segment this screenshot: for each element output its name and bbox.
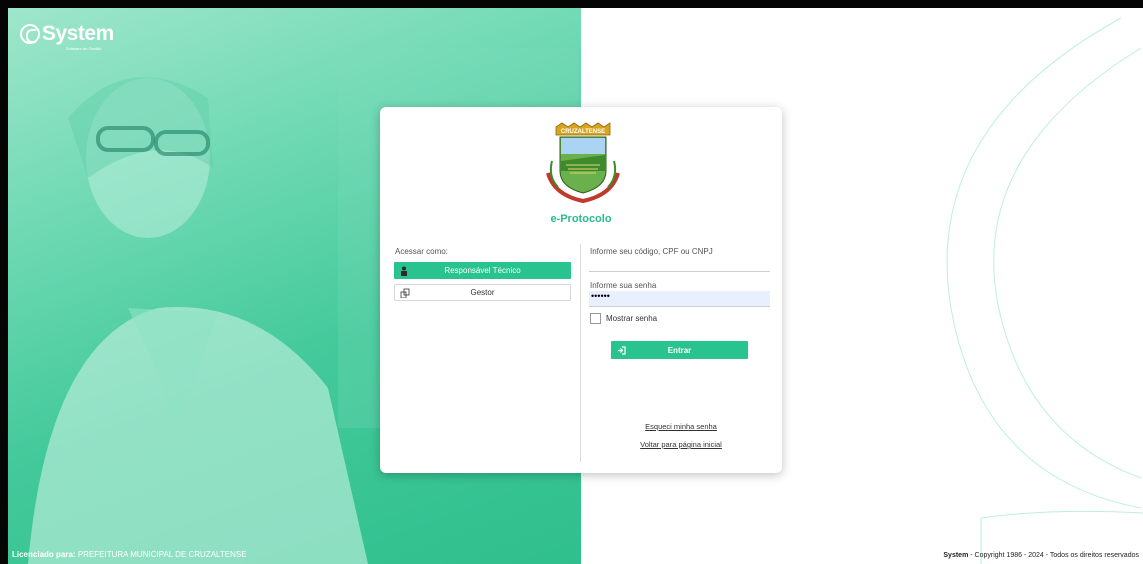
role-gestor-label: Gestor bbox=[470, 288, 495, 297]
user-field[interactable] bbox=[589, 257, 770, 272]
show-password-label: Mostrar senha bbox=[606, 314, 658, 323]
top-bar bbox=[0, 0, 1143, 8]
building-icon bbox=[395, 288, 415, 298]
enter-button-label: Entrar bbox=[667, 345, 692, 355]
system-logo: System bbox=[20, 22, 114, 45]
role-responsavel-tecnico-label: Responsável Técnico bbox=[444, 266, 521, 275]
system-logo-icon bbox=[20, 24, 40, 44]
access-as-label: Acessar como: bbox=[395, 247, 448, 256]
show-password-checkbox[interactable] bbox=[590, 313, 601, 324]
role-gestor-button[interactable]: Gestor bbox=[394, 284, 571, 301]
role-responsavel-tecnico-button[interactable]: Responsável Técnico bbox=[394, 262, 571, 279]
show-password-toggle[interactable]: Mostrar senha bbox=[590, 313, 657, 324]
license-label: Licenciado para: bbox=[12, 550, 76, 559]
password-field[interactable]: •••••• bbox=[589, 291, 770, 307]
municipal-crest-icon: CRUZALTENSE bbox=[546, 122, 620, 204]
app-title: e-Protocolo bbox=[550, 213, 612, 225]
brand-name: System bbox=[42, 22, 114, 45]
password-field-label: Informe sua senha bbox=[590, 281, 657, 290]
forgot-password-link[interactable]: Esqueci minha senha bbox=[580, 422, 782, 431]
copyright-info: System - Copyright 1986 - 2024 - Todos o… bbox=[943, 552, 1139, 559]
login-card: CRUZALTENSE e-Protocolo Acessar como: Re… bbox=[380, 107, 782, 473]
enter-button[interactable]: Entrar bbox=[611, 341, 748, 359]
left-edge bbox=[0, 8, 8, 564]
person-icon bbox=[394, 266, 414, 276]
brand-tagline: Software de Gestão bbox=[66, 46, 102, 51]
license-value: PREFEITURA MUNICIPAL DE CRUZALTENSE bbox=[77, 550, 247, 559]
crest-banner-text: CRUZALTENSE bbox=[561, 129, 605, 135]
copyright-brand: System bbox=[943, 552, 969, 559]
login-icon bbox=[611, 345, 631, 355]
license-info: Licenciado para: PREFEITURA MUNICIPAL DE… bbox=[12, 550, 247, 559]
back-home-link[interactable]: Voltar para página inicial bbox=[580, 440, 782, 449]
user-field-label: Informe seu código, CPF ou CNPJ bbox=[590, 247, 713, 256]
copyright-text: - Copyright 1986 - 2024 - Todos os direi… bbox=[970, 552, 1139, 559]
